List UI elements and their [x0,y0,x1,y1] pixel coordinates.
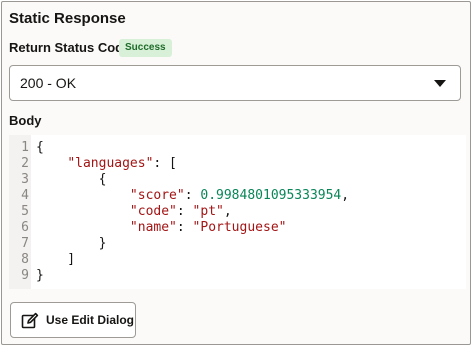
chevron-down-icon [434,80,446,87]
code-text: { [36,172,107,187]
body-code-editor[interactable]: 1 {2 "languages": [ 3 {4 "score": 0.998480… [9,135,466,289]
line-number: 6 [21,220,29,235]
code-text: "score": 0.9984801095333954, [129,188,350,203]
status-badge: Success [119,39,172,57]
section-title: Static Response [9,10,126,27]
edit-icon [21,312,39,329]
use-edit-dialog-label: Use Edit Dialog [46,313,135,327]
line-number: 8 [21,252,29,267]
code-text: "code": "pt", [129,204,232,219]
use-edit-dialog-button[interactable]: Use Edit Dialog [10,302,136,338]
return-status-code-label: Return Status Code [9,40,131,55]
code-text: } [36,236,107,251]
line-number: 4 [21,188,29,203]
line-number: 2 [21,156,29,171]
code-text: "name": "Portuguese" [129,220,287,235]
line-number: 7 [21,236,29,251]
status-code-value: 200 - OK [20,75,77,91]
status-code-select[interactable]: 200 - OK [9,65,461,101]
line-number: 9 [21,268,29,283]
static-response-panel: Static Response Return Status Code Succe… [1,1,471,345]
line-number: 3 [21,172,29,187]
code-text: { [36,140,44,155]
line-number: 1 [21,140,29,155]
line-number: 5 [21,204,29,219]
code-text: ] [36,252,76,267]
code-text: } [36,268,44,283]
code-text: "languages": [ [67,156,177,171]
body-label: Body [9,113,42,128]
